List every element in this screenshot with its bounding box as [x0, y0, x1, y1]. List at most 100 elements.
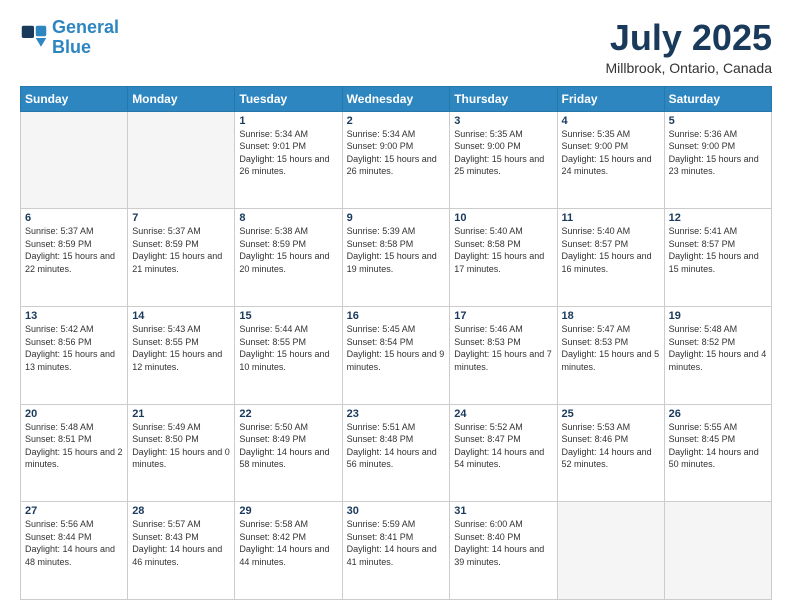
table-row: 10 Sunrise: 5:40 AMSunset: 8:58 PMDaylig…: [450, 209, 557, 307]
table-row: [557, 502, 664, 600]
day-detail: Sunrise: 5:50 AMSunset: 8:49 PMDaylight:…: [239, 422, 329, 470]
table-row: 28 Sunrise: 5:57 AMSunset: 8:43 PMDaylig…: [128, 502, 235, 600]
table-row: 11 Sunrise: 5:40 AMSunset: 8:57 PMDaylig…: [557, 209, 664, 307]
day-detail: Sunrise: 5:51 AMSunset: 8:48 PMDaylight:…: [347, 422, 437, 470]
day-number: 27: [25, 505, 123, 517]
day-detail: Sunrise: 5:43 AMSunset: 8:55 PMDaylight:…: [132, 324, 222, 372]
day-number: 28: [132, 505, 230, 517]
logo: General Blue: [20, 18, 119, 58]
title-block: July 2025 Millbrook, Ontario, Canada: [605, 18, 772, 76]
day-number: 12: [669, 212, 767, 224]
logo-line2: Blue: [52, 38, 119, 58]
table-row: 21 Sunrise: 5:49 AMSunset: 8:50 PMDaylig…: [128, 404, 235, 502]
day-number: 8: [239, 212, 337, 224]
col-sunday: Sunday: [21, 86, 128, 111]
day-number: 19: [669, 310, 767, 322]
day-detail: Sunrise: 5:48 AMSunset: 8:51 PMDaylight:…: [25, 422, 123, 470]
table-row: 6 Sunrise: 5:37 AMSunset: 8:59 PMDayligh…: [21, 209, 128, 307]
table-row: 23 Sunrise: 5:51 AMSunset: 8:48 PMDaylig…: [342, 404, 450, 502]
table-row: 19 Sunrise: 5:48 AMSunset: 8:52 PMDaylig…: [664, 306, 771, 404]
day-number: 6: [25, 212, 123, 224]
header: General Blue July 2025 Millbrook, Ontari…: [20, 18, 772, 76]
location: Millbrook, Ontario, Canada: [605, 60, 772, 76]
table-row: 12 Sunrise: 5:41 AMSunset: 8:57 PMDaylig…: [664, 209, 771, 307]
day-detail: Sunrise: 5:59 AMSunset: 8:41 PMDaylight:…: [347, 519, 437, 567]
table-row: 22 Sunrise: 5:50 AMSunset: 8:49 PMDaylig…: [235, 404, 342, 502]
table-row: 29 Sunrise: 5:58 AMSunset: 8:42 PMDaylig…: [235, 502, 342, 600]
table-row: 26 Sunrise: 5:55 AMSunset: 8:45 PMDaylig…: [664, 404, 771, 502]
day-number: 31: [454, 505, 552, 517]
table-row: 3 Sunrise: 5:35 AMSunset: 9:00 PMDayligh…: [450, 111, 557, 209]
day-detail: Sunrise: 5:37 AMSunset: 8:59 PMDaylight:…: [132, 226, 222, 274]
table-row: [128, 111, 235, 209]
table-row: 9 Sunrise: 5:39 AMSunset: 8:58 PMDayligh…: [342, 209, 450, 307]
table-row: 14 Sunrise: 5:43 AMSunset: 8:55 PMDaylig…: [128, 306, 235, 404]
day-detail: Sunrise: 5:38 AMSunset: 8:59 PMDaylight:…: [239, 226, 329, 274]
day-detail: Sunrise: 5:48 AMSunset: 8:52 PMDaylight:…: [669, 324, 767, 372]
day-number: 2: [347, 115, 446, 127]
table-row: 30 Sunrise: 5:59 AMSunset: 8:41 PMDaylig…: [342, 502, 450, 600]
day-number: 17: [454, 310, 552, 322]
day-number: 30: [347, 505, 446, 517]
day-detail: Sunrise: 5:40 AMSunset: 8:57 PMDaylight:…: [562, 226, 652, 274]
table-row: 1 Sunrise: 5:34 AMSunset: 9:01 PMDayligh…: [235, 111, 342, 209]
day-number: 29: [239, 505, 337, 517]
day-number: 22: [239, 408, 337, 420]
table-row: 16 Sunrise: 5:45 AMSunset: 8:54 PMDaylig…: [342, 306, 450, 404]
month-title: July 2025: [605, 18, 772, 58]
day-number: 16: [347, 310, 446, 322]
table-row: 20 Sunrise: 5:48 AMSunset: 8:51 PMDaylig…: [21, 404, 128, 502]
day-number: 25: [562, 408, 660, 420]
col-thursday: Thursday: [450, 86, 557, 111]
day-detail: Sunrise: 5:52 AMSunset: 8:47 PMDaylight:…: [454, 422, 544, 470]
col-saturday: Saturday: [664, 86, 771, 111]
day-number: 14: [132, 310, 230, 322]
day-detail: Sunrise: 5:44 AMSunset: 8:55 PMDaylight:…: [239, 324, 329, 372]
day-number: 15: [239, 310, 337, 322]
col-friday: Friday: [557, 86, 664, 111]
day-number: 3: [454, 115, 552, 127]
table-row: 18 Sunrise: 5:47 AMSunset: 8:53 PMDaylig…: [557, 306, 664, 404]
table-row: 5 Sunrise: 5:36 AMSunset: 9:00 PMDayligh…: [664, 111, 771, 209]
day-detail: Sunrise: 5:49 AMSunset: 8:50 PMDaylight:…: [132, 422, 230, 470]
table-row: 27 Sunrise: 5:56 AMSunset: 8:44 PMDaylig…: [21, 502, 128, 600]
day-detail: Sunrise: 5:55 AMSunset: 8:45 PMDaylight:…: [669, 422, 759, 470]
table-row: 24 Sunrise: 5:52 AMSunset: 8:47 PMDaylig…: [450, 404, 557, 502]
col-tuesday: Tuesday: [235, 86, 342, 111]
day-detail: Sunrise: 5:57 AMSunset: 8:43 PMDaylight:…: [132, 519, 222, 567]
calendar-header-row: Sunday Monday Tuesday Wednesday Thursday…: [21, 86, 772, 111]
table-row: 25 Sunrise: 5:53 AMSunset: 8:46 PMDaylig…: [557, 404, 664, 502]
day-number: 20: [25, 408, 123, 420]
day-number: 13: [25, 310, 123, 322]
table-row: [664, 502, 771, 600]
col-monday: Monday: [128, 86, 235, 111]
calendar: Sunday Monday Tuesday Wednesday Thursday…: [20, 86, 772, 600]
table-row: 31 Sunrise: 6:00 AMSunset: 8:40 PMDaylig…: [450, 502, 557, 600]
day-detail: Sunrise: 5:35 AMSunset: 9:00 PMDaylight:…: [454, 129, 544, 177]
day-number: 11: [562, 212, 660, 224]
day-detail: Sunrise: 5:56 AMSunset: 8:44 PMDaylight:…: [25, 519, 115, 567]
table-row: 8 Sunrise: 5:38 AMSunset: 8:59 PMDayligh…: [235, 209, 342, 307]
day-detail: Sunrise: 5:36 AMSunset: 9:00 PMDaylight:…: [669, 129, 759, 177]
day-detail: Sunrise: 5:40 AMSunset: 8:58 PMDaylight:…: [454, 226, 544, 274]
day-number: 7: [132, 212, 230, 224]
day-detail: Sunrise: 5:41 AMSunset: 8:57 PMDaylight:…: [669, 226, 759, 274]
table-row: [21, 111, 128, 209]
table-row: 2 Sunrise: 5:34 AMSunset: 9:00 PMDayligh…: [342, 111, 450, 209]
day-detail: Sunrise: 5:45 AMSunset: 8:54 PMDaylight:…: [347, 324, 445, 372]
day-number: 18: [562, 310, 660, 322]
table-row: 13 Sunrise: 5:42 AMSunset: 8:56 PMDaylig…: [21, 306, 128, 404]
day-detail: Sunrise: 5:39 AMSunset: 8:58 PMDaylight:…: [347, 226, 437, 274]
day-detail: Sunrise: 5:58 AMSunset: 8:42 PMDaylight:…: [239, 519, 329, 567]
day-detail: Sunrise: 5:42 AMSunset: 8:56 PMDaylight:…: [25, 324, 115, 372]
day-detail: Sunrise: 5:35 AMSunset: 9:00 PMDaylight:…: [562, 129, 652, 177]
day-detail: Sunrise: 5:37 AMSunset: 8:59 PMDaylight:…: [25, 226, 115, 274]
day-number: 26: [669, 408, 767, 420]
day-number: 10: [454, 212, 552, 224]
table-row: 7 Sunrise: 5:37 AMSunset: 8:59 PMDayligh…: [128, 209, 235, 307]
col-wednesday: Wednesday: [342, 86, 450, 111]
day-number: 4: [562, 115, 660, 127]
day-number: 5: [669, 115, 767, 127]
day-number: 9: [347, 212, 446, 224]
table-row: 17 Sunrise: 5:46 AMSunset: 8:53 PMDaylig…: [450, 306, 557, 404]
